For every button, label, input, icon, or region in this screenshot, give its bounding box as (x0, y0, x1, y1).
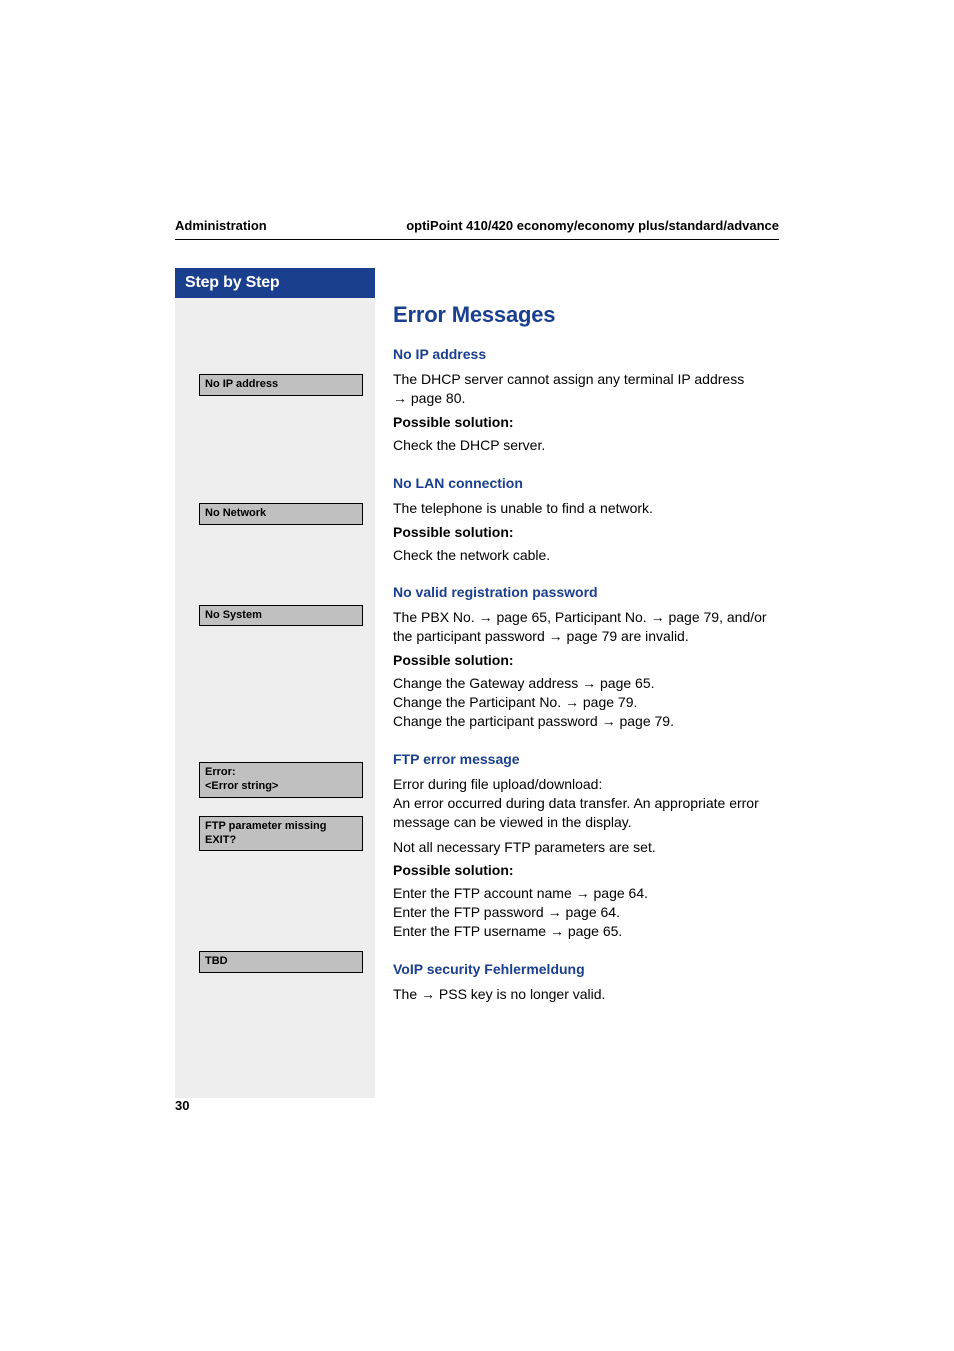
text-fragment: Enter the FTP password (393, 904, 548, 920)
solution-label: Possible solution: (393, 414, 779, 430)
text-fragment: Change the Gateway address (393, 675, 582, 691)
arrow-icon: → (393, 390, 407, 406)
text-no-ip: The DHCP server cannot assign any termin… (393, 370, 779, 408)
page: Administration optiPoint 410/420 economy… (0, 0, 954, 1098)
display-box-ftp-line2: EXIT? (205, 834, 357, 848)
solution-label: Possible solution: (393, 524, 779, 540)
text-fragment: Error during file upload/download: (393, 776, 602, 792)
text-ftp-params: Not all necessary FTP parameters are set… (393, 838, 779, 857)
section-heading: Error Messages (393, 302, 779, 328)
solution-text: Enter the FTP account name → page 64. En… (393, 884, 779, 941)
main-content: Error Messages No IP address The DHCP se… (393, 268, 779, 1010)
text-fragment: The DHCP server cannot assign any termin… (393, 371, 744, 387)
display-box-no-network: No Network (199, 503, 363, 525)
text-fragment: page 65. (596, 675, 654, 691)
text-fragment: page 65, Participant No. (493, 609, 651, 625)
display-box-ftp-line1: FTP parameter missing (205, 820, 357, 834)
header-left: Administration (175, 218, 267, 233)
text-fragment: page 64. (590, 885, 648, 901)
sidebar-body: No IP address No Network No System Error… (175, 298, 375, 1098)
display-box-error-line2: <Error string> (205, 780, 357, 794)
text-fragment: Enter the FTP account name (393, 885, 576, 901)
arrow-icon: → (582, 675, 596, 691)
solution-label: Possible solution: (393, 652, 779, 668)
subheading-ftp-error: FTP error message (393, 751, 779, 767)
text-fragment: page 79. (579, 694, 637, 710)
two-column-layout: Step by Step No IP address No Network No… (175, 268, 779, 1098)
solution-text: Check the network cable. (393, 546, 779, 565)
text-fragment: page 79. (616, 713, 674, 729)
solution-label: Possible solution: (393, 862, 779, 878)
arrow-icon: → (550, 923, 564, 939)
text-fragment: Enter the FTP username (393, 923, 550, 939)
text-fragment: page 80. (407, 390, 465, 406)
display-box-error: Error: <Error string> (199, 762, 363, 798)
header-right: optiPoint 410/420 economy/economy plus/s… (406, 218, 779, 233)
text-no-lan: The telephone is unable to find a networ… (393, 499, 779, 518)
arrow-icon: → (651, 609, 665, 625)
arrow-icon: → (421, 986, 435, 1002)
arrow-icon: → (548, 904, 562, 920)
solution-text: Check the DHCP server. (393, 436, 779, 455)
text-fragment: PSS key is no longer valid. (435, 986, 605, 1002)
text-fragment: page 64. (562, 904, 620, 920)
text-fragment: The (393, 986, 421, 1002)
text-fragment: An error occurred during data transfer. … (393, 795, 759, 830)
arrow-icon: → (549, 628, 563, 644)
sidebar-title: Step by Step (175, 268, 375, 298)
subheading-no-lan: No LAN connection (393, 475, 779, 491)
arrow-icon: → (576, 885, 590, 901)
sidebar: Step by Step No IP address No Network No… (175, 268, 375, 1098)
subheading-voip-sec: VoIP security Fehlermeldung (393, 961, 779, 977)
text-fragment: Change the participant password (393, 713, 602, 729)
subheading-no-valid-reg: No valid registration password (393, 584, 779, 600)
arrow-icon: → (479, 609, 493, 625)
display-box-no-ip: No IP address (199, 374, 363, 396)
display-box-tbd: TBD (199, 951, 363, 973)
running-header: Administration optiPoint 410/420 economy… (175, 218, 779, 240)
text-fragment: page 65. (564, 923, 622, 939)
display-box-error-line1: Error: (205, 766, 357, 780)
arrow-icon: → (602, 713, 616, 729)
text-ftp-intro: Error during file upload/download: An er… (393, 775, 779, 832)
text-voip-sec: The → PSS key is no longer valid. (393, 985, 779, 1004)
text-fragment: The PBX No. (393, 609, 479, 625)
subheading-no-ip: No IP address (393, 346, 779, 362)
page-number: 30 (175, 1098, 189, 1113)
display-box-no-system: No System (199, 605, 363, 627)
text-no-valid-reg: The PBX No. → page 65, Participant No. →… (393, 608, 779, 646)
text-fragment: page 79 are invalid. (563, 628, 689, 644)
display-box-ftp: FTP parameter missing EXIT? (199, 816, 363, 852)
solution-text: Change the Gateway address → page 65. Ch… (393, 674, 779, 731)
text-fragment: Change the Participant No. (393, 694, 565, 710)
arrow-icon: → (565, 694, 579, 710)
